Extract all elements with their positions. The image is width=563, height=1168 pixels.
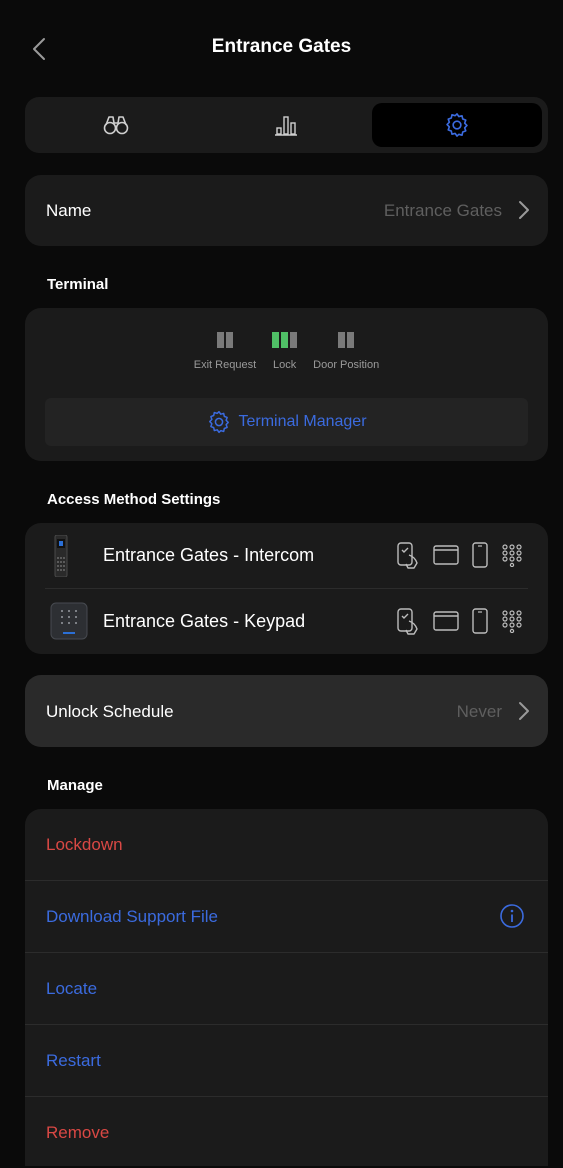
restart-label: Restart	[46, 1051, 101, 1070]
manage-section-label: Manage	[47, 777, 103, 794]
terminal-section-label: Terminal	[47, 276, 109, 293]
status-label: Exit Request	[193, 359, 257, 371]
unlock-schedule-value: Never	[456, 702, 502, 721]
terminal-status-group: Exit Request Lock Door Position	[25, 332, 548, 371]
lock-indicator	[272, 332, 298, 348]
access-methods	[395, 541, 524, 569]
access-section-label: Access Method Settings	[47, 491, 221, 508]
door-position-indicator	[338, 332, 355, 348]
remove-button[interactable]: Remove	[25, 1097, 548, 1168]
chevron-right-icon	[519, 201, 529, 219]
info-icon[interactable]	[499, 903, 525, 929]
locate-button[interactable]: Locate	[25, 953, 548, 1024]
download-support-file-label: Download Support File	[46, 907, 218, 926]
access-item-name: Entrance Gates - Keypad	[103, 611, 306, 631]
name-value: Entrance Gates	[383, 201, 502, 220]
manage-card: Lockdown Download Support File Locate Re…	[25, 809, 548, 1166]
chevron-right-icon	[519, 702, 529, 720]
status-label: Door Position	[313, 359, 380, 371]
restart-button[interactable]: Restart	[25, 1025, 548, 1096]
access-method-card: Entrance Gates - Intercom Entrance Gates…	[25, 523, 548, 654]
terminal-manager-button[interactable]: Terminal Manager	[45, 398, 528, 446]
access-item-keypad[interactable]: Entrance Gates - Keypad	[25, 589, 548, 654]
header: Entrance Gates	[0, 0, 563, 96]
terminal-manager-label: Terminal Manager	[238, 413, 367, 430]
app-screen: Entrance Gates Name Entrance Gates Termi…	[0, 0, 563, 1166]
tab-statistics[interactable]	[201, 103, 371, 147]
unlock-schedule-label: Unlock Schedule	[46, 702, 174, 721]
access-methods	[395, 607, 524, 635]
pin-icon	[502, 544, 522, 567]
access-item-name: Entrance Gates - Intercom	[103, 545, 315, 565]
gear-icon	[446, 113, 468, 137]
card-icon	[433, 545, 459, 565]
binoculars-icon	[103, 116, 129, 135]
access-item-intercom[interactable]: Entrance Gates - Intercom	[25, 523, 548, 588]
name-label: Name	[46, 201, 92, 220]
tab-settings[interactable]	[372, 103, 542, 147]
nfc-phone-icon	[397, 542, 418, 569]
unlock-schedule-row[interactable]: Unlock Schedule Never	[25, 675, 548, 747]
status-door-position: Door Position	[313, 332, 379, 371]
mobile-icon	[472, 608, 488, 634]
gear-icon	[209, 410, 230, 434]
lockdown-label: Lockdown	[46, 835, 123, 854]
keypad-device-icon	[50, 602, 88, 640]
terminal-card: Exit Request Lock Door Position Terminal…	[25, 308, 548, 461]
mobile-icon	[472, 542, 488, 568]
pin-icon	[502, 610, 522, 633]
remove-label: Remove	[46, 1123, 110, 1142]
tab-overview[interactable]	[31, 103, 201, 147]
download-support-file-button[interactable]: Download Support File	[25, 881, 548, 952]
card-icon	[433, 611, 459, 631]
intercom-device-icon	[54, 535, 68, 577]
nfc-phone-icon	[397, 608, 418, 635]
lockdown-button[interactable]: Lockdown	[25, 809, 548, 880]
segmented-tabs	[25, 97, 548, 153]
status-lock: Lock	[272, 332, 298, 371]
status-label: Lock	[273, 359, 297, 371]
name-row[interactable]: Name Entrance Gates	[25, 175, 548, 246]
status-exit-request: Exit Request	[194, 332, 256, 371]
exit-request-indicator	[216, 332, 233, 348]
page-title: Entrance Gates	[211, 36, 352, 57]
bar-chart-icon	[275, 116, 297, 136]
locate-label: Locate	[46, 979, 98, 998]
